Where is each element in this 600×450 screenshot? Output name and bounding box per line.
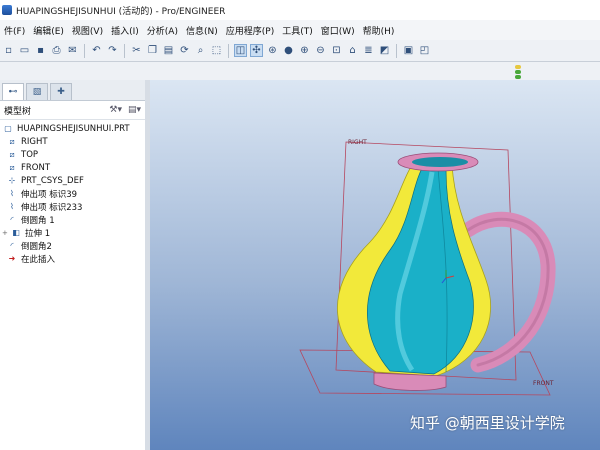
expand-icon[interactable]: +: [2, 229, 10, 237]
navigator-panel: ⊷ ▧ ✚ 模型树 ⚒▾ ▤▾ ▢ HUAPINGSHEJISUNHUI.PRT…: [0, 80, 146, 450]
tree-item-label: 伸出项 标识233: [21, 202, 83, 213]
tree-item-right[interactable]: ⧄ RIGHT: [2, 135, 145, 148]
paste-icon[interactable]: ▤: [162, 44, 175, 57]
saved-views-icon[interactable]: ⊛: [266, 44, 279, 57]
tree-item-round-1[interactable]: ◜ 倒圆角 1: [2, 213, 145, 226]
tree-item-label: 拉伸 1: [25, 228, 51, 239]
protrusion-icon: ⌇: [10, 202, 14, 211]
menu-file[interactable]: 件(F): [0, 24, 29, 37]
cut-icon[interactable]: ✂: [130, 44, 143, 57]
watermark-text: 知乎 @朝西里设计学院: [410, 414, 565, 432]
toolbar-divider: [84, 43, 85, 58]
datum-plane-icon: ⧄: [9, 162, 15, 172]
window-title: HUAPINGSHEJISUNHUI (活动的) - Pro/ENGINEER: [16, 6, 226, 17]
tree-item-label: 倒圆角 1: [21, 215, 55, 226]
print-icon[interactable]: ⎙: [50, 44, 63, 57]
find-icon[interactable]: ⌕: [194, 44, 207, 57]
email-icon[interactable]: ✉: [66, 44, 79, 57]
model-tree-tab[interactable]: ⊷: [2, 83, 24, 100]
tree-item-top[interactable]: ⧄ TOP: [2, 148, 145, 161]
insert-here-icon: ➜: [8, 254, 16, 263]
layers-icon[interactable]: ≣: [362, 44, 375, 57]
undo-icon[interactable]: ↶: [90, 44, 103, 57]
orient-icon[interactable]: ⌂: [346, 44, 359, 57]
tree-columns-icon[interactable]: ▤▾: [128, 105, 141, 115]
save-icon[interactable]: ▪: [34, 44, 47, 57]
redo-icon[interactable]: ↷: [106, 44, 119, 57]
main-toolbar: ▫ ▭ ▪ ⎙ ✉ ↶ ↷ ✂ ❐ ▤ ⟳ ⌕ ⬚ ◫ ✣ ⊛ ● ⊕ ⊖ ⊡ …: [0, 40, 600, 62]
zoom-out-icon[interactable]: ⊖: [314, 44, 327, 57]
menu-view[interactable]: 视图(V): [68, 24, 107, 37]
vase-rim-inner: [412, 157, 468, 167]
tree-item-label: HUAPINGSHEJISUNHUI.PRT: [17, 123, 130, 134]
model-display-icon[interactable]: ◰: [418, 44, 431, 57]
datum-plane-icon: ⧄: [9, 149, 15, 159]
model-tree-title: 模型树: [4, 106, 32, 117]
extrude-icon: ◧: [12, 228, 20, 237]
menu-tools[interactable]: 工具(T): [278, 24, 317, 37]
model-view: RIGHT FRONT: [299, 139, 556, 396]
protrusion-icon: ⌇: [10, 189, 14, 198]
folder-tab[interactable]: ▧: [26, 83, 48, 100]
tree-item-front[interactable]: ⧄ FRONT: [2, 161, 145, 174]
part-icon: ▢: [4, 124, 12, 133]
navigator-tabs: ⊷ ▧ ✚: [0, 80, 145, 101]
traffic-light-icon: [514, 65, 522, 79]
menu-window[interactable]: 窗口(W): [317, 24, 359, 37]
zoom-in-icon[interactable]: ⊕: [298, 44, 311, 57]
toolbar-divider: [228, 43, 229, 58]
shading-icon[interactable]: ●: [282, 44, 295, 57]
menu-insert[interactable]: 插入(I): [107, 24, 143, 37]
refit-icon[interactable]: ⊡: [330, 44, 343, 57]
datum-label-right: RIGHT: [348, 139, 367, 146]
menu-bar: 件(F) 编辑(E) 视图(V) 插入(I) 分析(A) 信息(N) 应用程序(…: [0, 20, 600, 40]
tree-item-label: 在此插入: [21, 254, 56, 265]
favorites-tab[interactable]: ✚: [50, 83, 72, 100]
regenerate-icon[interactable]: ⟳: [178, 44, 191, 57]
menu-edit[interactable]: 编辑(E): [29, 24, 68, 37]
tree-item-label: FRONT: [21, 162, 51, 173]
view-manager-icon[interactable]: ▣: [402, 44, 415, 57]
new-icon[interactable]: ▫: [2, 44, 15, 57]
datum-display-icon[interactable]: ◫: [234, 44, 247, 57]
model-tree: ▢ HUAPINGSHEJISUNHUI.PRT ⧄ RIGHT ⧄ TOP ⧄…: [0, 120, 145, 265]
tree-item-label: 伸出项 标识39: [21, 189, 78, 200]
round-icon: ◜: [10, 215, 14, 224]
vase-main-surface: [367, 161, 474, 375]
csys-icon: ⊹: [8, 176, 16, 185]
vase-foot: [373, 372, 447, 391]
datum-plane-icon: ⧄: [9, 136, 15, 146]
menu-info[interactable]: 信息(N): [182, 24, 222, 37]
model-tree-header: 模型树 ⚒▾ ▤▾: [0, 101, 145, 120]
tree-settings-icon[interactable]: ⚒▾: [109, 105, 122, 115]
toolbar-divider: [124, 43, 125, 58]
round-icon: ◜: [10, 241, 14, 250]
tree-item-csys[interactable]: ⊹ PRT_CSYS_DEF: [2, 174, 145, 187]
copy-icon[interactable]: ❐: [146, 44, 159, 57]
tree-item-label: RIGHT: [21, 136, 48, 147]
menu-applications[interactable]: 应用程序(P): [222, 24, 278, 37]
title-bar: HUAPINGSHEJISUNHUI (活动的) - Pro/ENGINEER: [0, 0, 600, 21]
tree-item-label: PRT_CSYS_DEF: [21, 175, 84, 186]
menu-help[interactable]: 帮助(H): [359, 24, 399, 37]
datum-label-front: FRONT: [533, 380, 554, 387]
spin-center-icon[interactable]: ✣: [250, 44, 263, 57]
open-icon[interactable]: ▭: [18, 44, 31, 57]
appearance-icon[interactable]: ◩: [378, 44, 391, 57]
tree-item-extrude-1[interactable]: + ◧ 拉伸 1: [2, 226, 145, 239]
secondary-toolbar: [0, 62, 600, 81]
tree-item-label: TOP: [21, 149, 39, 160]
graphics-viewport[interactable]: RIGHT FRONT: [150, 80, 600, 450]
tree-item-protrusion-233[interactable]: ⌇ 伸出项 标识233: [2, 200, 145, 213]
menu-analysis[interactable]: 分析(A): [143, 24, 182, 37]
app-icon: [2, 5, 12, 15]
tree-item-insert-here[interactable]: ➜ 在此插入: [2, 252, 145, 265]
tree-item-part[interactable]: ▢ HUAPINGSHEJISUNHUI.PRT: [2, 122, 145, 135]
select-icon[interactable]: ⬚: [210, 44, 223, 57]
tree-item-protrusion-39[interactable]: ⌇ 伸出项 标识39: [2, 187, 145, 200]
toolbar-divider: [396, 43, 397, 58]
tree-item-round-2[interactable]: ◜ 倒圆角2: [2, 239, 145, 252]
tree-item-label: 倒圆角2: [21, 241, 52, 252]
